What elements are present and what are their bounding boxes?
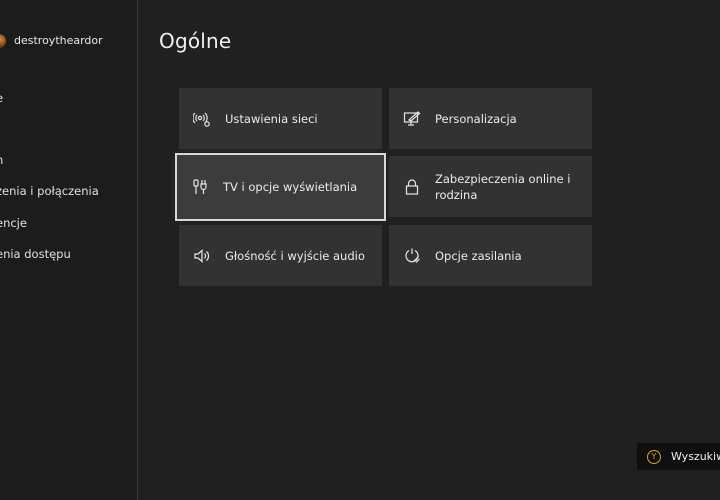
search-hint[interactable]: Y Wyszukiw <box>637 443 720 470</box>
y-button-icon: Y <box>647 449 661 464</box>
tile-label: Opcje zasilania <box>435 248 522 263</box>
sidebar-item-preferences[interactable]: encje <box>0 216 27 230</box>
tile-label: Głośność i wyjście audio <box>225 248 365 263</box>
sidebar-item-devices-connections[interactable]: zenia i połączenia <box>0 184 99 198</box>
tile-online-safety-family[interactable]: Zabezpieczenia online i rodzina <box>389 156 592 217</box>
speaker-icon <box>193 247 211 265</box>
settings-screen: destroytheardor e n zenia i połączenia e… <box>0 0 720 500</box>
network-icon <box>192 110 211 128</box>
tile-volume-audio-output[interactable]: Głośność i wyjście audio <box>179 225 382 286</box>
power-icon <box>403 247 421 265</box>
tile-personalization[interactable]: Personalizacja <box>389 88 592 149</box>
avatar[interactable] <box>0 34 6 48</box>
gamertag[interactable]: destroytheardor <box>14 34 103 47</box>
sidebar-item-accessibility[interactable]: enia dostępu <box>0 247 71 261</box>
sidebar-item-2[interactable]: n <box>0 153 3 167</box>
tile-network-settings[interactable]: Ustawienia sieci <box>179 88 382 149</box>
tv-display-icon <box>191 178 209 196</box>
page-title: Ogólne <box>159 29 232 53</box>
tile-label: Personalizacja <box>435 111 517 126</box>
tile-tv-display-options[interactable]: TV i opcje wyświetlania <box>175 153 386 221</box>
sidebar-item-1[interactable]: e <box>0 91 3 105</box>
tile-label: TV i opcje wyświetlania <box>223 180 358 194</box>
sidebar: destroytheardor e n zenia i połączenia e… <box>0 0 138 500</box>
tile-label: Ustawienia sieci <box>225 111 318 126</box>
lock-icon <box>403 178 421 196</box>
tile-label: Zabezpieczenia online i rodzina <box>435 171 571 202</box>
personalization-icon <box>403 110 421 128</box>
search-hint-label: Wyszukiw <box>671 450 720 463</box>
tile-power-options[interactable]: Opcje zasilania <box>389 225 592 286</box>
